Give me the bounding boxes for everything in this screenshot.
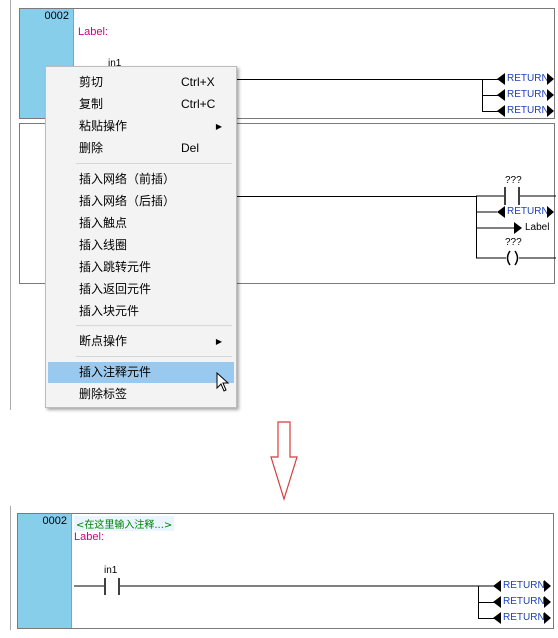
menu-item-insert-return[interactable]: 插入返回元件 <box>48 279 234 300</box>
menu-item-label: 复制 <box>79 97 104 111</box>
editor-left-border <box>10 506 11 630</box>
menu-item-label: 插入块元件 <box>79 304 140 318</box>
menu-item-insert-network-before[interactable]: 插入网络（前插） <box>48 169 234 190</box>
menu-item-copy[interactable]: 复制 Ctrl+C <box>48 94 234 115</box>
menu-item-insert-contact[interactable]: 插入触点 <box>48 213 234 234</box>
menu-item-label: 插入注释元件 <box>79 365 152 379</box>
submenu-arrow-icon: ▶ <box>215 337 222 346</box>
menu-item-insert-comment[interactable]: 插入注释元件 <box>48 362 234 383</box>
menu-item-shortcut: Ctrl+C <box>181 97 216 111</box>
menu-item-insert-jump[interactable]: 插入跳转元件 <box>48 257 234 278</box>
menu-item-label: 插入跳转元件 <box>79 260 152 274</box>
menu-separator <box>76 325 232 326</box>
menu-item-label: 粘贴操作 <box>79 119 128 133</box>
menu-item-delete-label[interactable]: 删除标签 <box>48 384 234 405</box>
menu-item-label: 删除标签 <box>79 387 128 401</box>
menu-item-paste-ops[interactable]: 粘贴操作 ▶ <box>48 116 234 137</box>
network-number: 0002 <box>44 10 69 22</box>
network-number: 0002 <box>42 515 67 527</box>
menu-item-delete[interactable]: 删除 Del <box>48 138 234 159</box>
down-arrow-icon <box>270 421 298 502</box>
menu-item-shortcut: Del <box>181 141 200 155</box>
coil-icon <box>476 250 556 266</box>
menu-item-label: 插入网络（后插） <box>79 194 176 208</box>
menu-item-shortcut: Ctrl+X <box>181 75 215 89</box>
mouse-cursor-icon <box>216 371 230 392</box>
network-label[interactable]: Label: <box>78 26 108 38</box>
network-panel-result[interactable]: 0002 <在这里输入注释...> Label: in1 RETURN RETU… <box>17 513 554 629</box>
menu-separator <box>76 356 232 357</box>
coil-label: ??? <box>505 237 522 248</box>
menu-item-insert-network-after[interactable]: 插入网络（后插） <box>48 191 234 212</box>
menu-item-label: 删除 <box>79 141 104 155</box>
contact-label: ??? <box>505 175 522 186</box>
power-rail-line <box>236 79 501 80</box>
submenu-arrow-icon: ▶ <box>215 122 222 131</box>
menu-item-breakpoint-ops[interactable]: 断点操作 ▶ <box>48 331 234 352</box>
network-label[interactable]: Label: <box>74 531 104 543</box>
menu-separator <box>76 163 232 164</box>
menu-item-label: 插入网络（前插） <box>79 172 176 186</box>
menu-item-cut[interactable]: 剪切 Ctrl+X <box>48 72 234 93</box>
return-arrows-icon <box>497 73 554 117</box>
menu-item-label: 插入返回元件 <box>79 282 152 296</box>
comment-box[interactable]: <在这里输入注释...> <box>74 516 175 531</box>
contact-icon <box>74 578 494 595</box>
context-menu: 剪切 Ctrl+X 复制 Ctrl+C 粘贴操作 ▶ 删除 Del 插入网络（前… <box>45 66 237 408</box>
menu-item-label: 剪切 <box>79 75 104 89</box>
menu-item-insert-coil[interactable]: 插入线圈 <box>48 235 234 256</box>
power-rail-line <box>236 196 476 197</box>
editor-left-border <box>10 0 11 410</box>
menu-item-insert-block[interactable]: 插入块元件 <box>48 301 234 322</box>
jump-label[interactable]: Label <box>525 222 549 233</box>
return-arrows-icon <box>493 580 551 624</box>
menu-item-label: 插入线圈 <box>79 238 128 252</box>
network-number-cell: 0002 <box>18 514 72 628</box>
menu-item-label: 断点操作 <box>79 334 128 348</box>
menu-item-label: 插入触点 <box>79 216 128 230</box>
contact-label: in1 <box>104 565 118 576</box>
contact-icon <box>476 187 556 205</box>
